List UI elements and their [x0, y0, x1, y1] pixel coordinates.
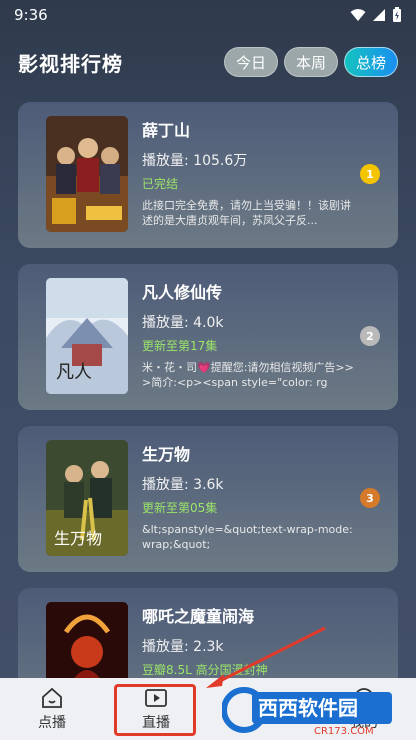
- item-title: 生万物: [142, 445, 191, 464]
- item-description: 此接口完全免费，请勿上当受骗！！该剧讲述的是大唐贞观年间，苏凤父子反...: [142, 199, 351, 227]
- tab-all[interactable]: 总榜: [344, 47, 398, 77]
- item-info: 薛丁山 播放量: 105.6万 已完结 此接口完全免费，请勿上当受骗！！该剧讲述…: [142, 120, 362, 228]
- list-item[interactable]: 薛丁山 播放量: 105.6万 已完结 此接口完全免费，请勿上当受骗！！该剧讲述…: [18, 102, 398, 248]
- item-description: &lt;spanstyle=&quot;text-wrap-mode:wrap;…: [142, 523, 353, 551]
- status-time: 9:36: [14, 6, 48, 24]
- item-status: 更新至第17集: [142, 339, 218, 353]
- item-plays: 播放量: 3.6k: [142, 477, 224, 493]
- poster-shengwanwu: 生万物: [46, 440, 128, 556]
- item-title: 薛丁山: [142, 121, 191, 140]
- watermark-logo: 西西软件园 CR173.COM: [222, 682, 394, 736]
- page-title: 影视排行榜: [18, 51, 123, 76]
- svg-text:凡人: 凡人: [56, 362, 92, 383]
- highlight-box: [114, 684, 196, 736]
- poster-image: 生万物: [46, 440, 128, 556]
- battery-icon: [393, 7, 401, 22]
- poster-fanren: 凡人: [46, 278, 128, 394]
- svg-text:生万物: 生万物: [54, 529, 102, 548]
- item-plays: 播放量: 105.6万: [142, 153, 248, 169]
- item-description: 米・花・司💗提醒您:请勿相信视频广告>>>简介:<p><span style="…: [142, 361, 354, 389]
- home-icon: [42, 687, 62, 708]
- item-info: 生万物 播放量: 3.6k 更新至第05集 &lt;spanstyle=&quo…: [142, 444, 362, 552]
- status-icons: [350, 7, 402, 23]
- watermark-text: 西西软件园: [258, 696, 358, 720]
- item-info: 凡人修仙传 播放量: 4.0k 更新至第17集 米・花・司💗提醒您:请勿相信视频…: [142, 282, 362, 390]
- item-title: 凡人修仙传: [142, 283, 223, 302]
- nav-item-vod[interactable]: 点播: [0, 678, 104, 740]
- watermark-sub: CR173.COM: [314, 726, 374, 736]
- wifi-icon: [350, 9, 366, 21]
- rank-badge: 1: [360, 164, 380, 184]
- item-status: 已完结: [142, 177, 179, 191]
- tab-today[interactable]: 今日: [224, 47, 278, 77]
- rank-badge: 2: [360, 326, 380, 346]
- item-status: 更新至第05集: [142, 501, 218, 515]
- item-plays: 播放量: 4.0k: [142, 315, 224, 331]
- tab-week[interactable]: 本周: [284, 47, 338, 77]
- signal-icon: [373, 9, 385, 21]
- list-item[interactable]: 凡人 凡人修仙传 播放量: 4.0k 更新至第17集 米・花・司💗提醒您:请勿相…: [18, 264, 398, 410]
- rank-badge: 3: [360, 488, 380, 508]
- poster-image: 凡人: [46, 278, 128, 394]
- ranking-tabs: 今日 本周 总榜: [224, 47, 398, 77]
- nav-label-vod: 点播: [38, 714, 66, 731]
- poster-xuedingshan: [46, 116, 128, 232]
- status-bar: 9:36: [0, 0, 416, 30]
- header: 影视排行榜 今日 本周 总榜: [0, 40, 416, 84]
- poster-image: [46, 116, 128, 232]
- list-item[interactable]: 生万物 生万物 播放量: 3.6k 更新至第05集 &lt;spanstyle=…: [18, 426, 398, 572]
